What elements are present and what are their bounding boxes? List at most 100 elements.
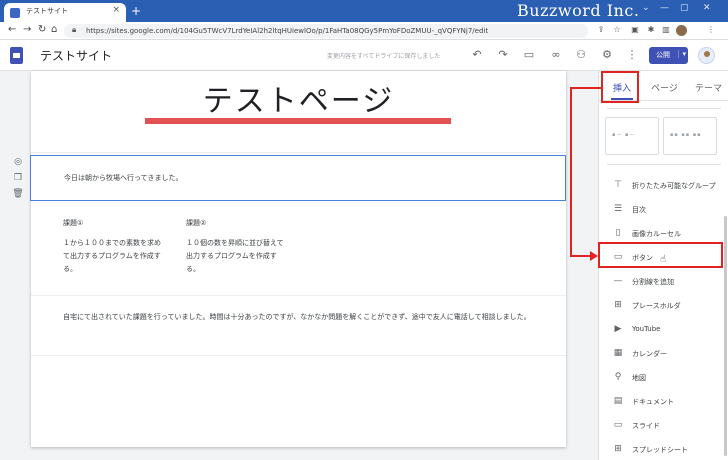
site-name[interactable]: テストサイト	[40, 47, 112, 64]
duplicate-section-icon[interactable]: ❐	[12, 173, 24, 186]
annotation-arrow	[570, 87, 572, 257]
insert-item-label: 目次	[632, 206, 646, 214]
insert-item[interactable]: ☰ 目次	[599, 198, 725, 222]
browser-tab[interactable]: テストサイト ×	[4, 3, 126, 22]
settings-gear-icon[interactable]: ⚙	[600, 48, 614, 62]
reload-icon[interactable]: ↻	[38, 24, 46, 35]
tab-pages[interactable]: ページ	[651, 81, 678, 94]
docs-icon: ▤	[613, 396, 623, 406]
task1-heading[interactable]: 課題①	[63, 217, 83, 230]
insert-item[interactable]: ▭ スライド	[599, 414, 725, 438]
selected-section[interactable]: 今日は朝から牧場へ行ってきました。	[30, 155, 566, 201]
slides-icon: ▭	[613, 420, 623, 430]
panel-scrollbar[interactable]	[724, 216, 727, 456]
calendar-icon: ▦	[613, 348, 623, 358]
close-tab-icon[interactable]: ×	[112, 5, 120, 15]
insert-item[interactable]: — 分割線を追加	[599, 270, 725, 294]
insert-item[interactable]: ⊞ スプレッドシート	[599, 438, 725, 460]
task2-body[interactable]: １０個の数を昇順に並び替えて出力するプログラムを作成する。	[186, 237, 286, 276]
panel-divider	[607, 108, 721, 109]
profile-avatar[interactable]	[676, 25, 687, 36]
back-icon[interactable]: ←	[8, 24, 16, 35]
annotation-arrow	[570, 255, 592, 257]
share-icon[interactable]: ⇪	[596, 25, 606, 35]
save-status: 変更内容をすべてドライブに保存しました	[327, 53, 441, 60]
insert-item-label: ドキュメント	[632, 398, 674, 406]
tab-search-icon[interactable]: ⌄	[642, 3, 650, 13]
insert-item-label: スライド	[632, 422, 660, 430]
page-title[interactable]: テストページ	[31, 76, 566, 120]
annotation-highlight-insert-tab	[601, 71, 639, 103]
paragraph-2[interactable]: 自宅にて出されていた課題を行っていました。時間は十分あったのですが、なかなか問題…	[63, 311, 533, 324]
panel-divider	[607, 164, 721, 165]
insert-item-label: YouTube	[632, 325, 661, 333]
image-carousel-icon: ▯	[615, 228, 621, 238]
new-tab-button[interactable]: +	[131, 4, 141, 18]
more-options-icon[interactable]: ⋮	[625, 48, 639, 62]
preview-icon[interactable]: ▭	[522, 48, 536, 62]
sheets-icon: ⊞	[614, 444, 622, 454]
insert-item-label: カレンダー	[632, 350, 667, 358]
publish-button[interactable]: 公開 ▾	[649, 47, 688, 64]
sites-logo-icon[interactable]	[10, 47, 23, 64]
section-tools: ◎ ❐ 🗑︎	[12, 157, 24, 205]
browser-tab-bar: テストサイト × + Buzzword Inc. ⌄ — ▢ ✕	[0, 0, 728, 22]
insert-item[interactable]: ⊞ プレースホルダ	[599, 294, 725, 318]
mouse-hand-cursor-icon: ☝	[660, 254, 667, 265]
sites-toolbar: テストサイト 変更内容をすべてドライブに保存しました ↶ ↷ ▭ ∞ ⚇ ⚙ ⋮…	[0, 40, 728, 71]
insert-item[interactable]: ⊤ 折りたたみ可能なグループ	[599, 174, 725, 198]
insert-item-label: スプレッドシート	[632, 446, 688, 454]
paragraph-1[interactable]: 今日は朝から牧場へ行ってきました。	[64, 172, 182, 185]
share-with-others-icon[interactable]: ⚇	[574, 48, 588, 62]
layout-thumbnail[interactable]: ▪— ▪—	[605, 117, 659, 155]
insert-item[interactable]: ▦ カレンダー	[599, 342, 725, 366]
insert-item[interactable]: ▤ ドキュメント	[599, 390, 725, 414]
section-divider	[31, 295, 566, 296]
lock-icon: 🔒︎	[72, 25, 77, 34]
map-pin-icon: ⚲	[614, 372, 622, 382]
link-icon[interactable]: ∞	[549, 48, 563, 62]
title-underline	[145, 118, 451, 124]
section-divider	[31, 355, 566, 356]
bookmark-star-icon[interactable]: ☆	[612, 25, 622, 35]
browser-menu-icon[interactable]: ⋮	[706, 25, 716, 35]
tab-themes[interactable]: テーマ	[695, 81, 722, 94]
insert-item-label: 地図	[632, 374, 646, 382]
user-avatar[interactable]	[698, 47, 715, 64]
sites-favicon-icon	[10, 8, 20, 18]
section-background-palette-icon[interactable]: ◎	[12, 157, 24, 170]
placeholder-icon: ⊞	[614, 300, 622, 310]
section-divider	[31, 152, 566, 153]
page-canvas: テストページ 課題① １から１００までの素数を求めて出力するプログラムを作成する…	[31, 71, 566, 447]
insert-item-label: プレースホルダ	[632, 302, 681, 310]
minimize-icon[interactable]: —	[660, 3, 669, 13]
browser-tab-title: テストサイト	[26, 7, 68, 15]
youtube-icon: ▶	[614, 324, 622, 334]
insert-item[interactable]: ⚲ 地図	[599, 366, 725, 390]
window-close-icon[interactable]: ✕	[703, 3, 711, 13]
extension-icon[interactable]: ▣	[630, 25, 640, 35]
maximize-icon[interactable]: ▢	[680, 3, 689, 13]
delete-section-icon[interactable]: 🗑︎	[12, 189, 24, 202]
layout-preview-icon: ▪▪ ▪▪ ▪▪	[670, 132, 702, 138]
side-panel-icon[interactable]: ▥	[661, 25, 671, 35]
divider-icon: —	[613, 276, 623, 286]
layout-thumbnail[interactable]: ▪▪ ▪▪ ▪▪	[663, 117, 717, 155]
task2-heading[interactable]: 課題②	[186, 217, 206, 230]
url-field[interactable]: 🔒︎ https://sites.google.com/d/104Gu5TWcV…	[64, 24, 588, 38]
puzzle-extensions-icon[interactable]: ✱	[646, 25, 656, 35]
forward-icon[interactable]: →	[23, 24, 31, 35]
task1-body[interactable]: １から１００までの素数を求めて出力するプログラムを作成する。	[63, 237, 163, 276]
table-of-contents-icon: ☰	[613, 204, 623, 214]
undo-icon[interactable]: ↶	[470, 48, 484, 62]
insert-item-label: 折りたたみ可能なグループ	[632, 182, 716, 190]
insert-item-label: 画像カルーセル	[632, 230, 681, 238]
insert-item-label: 分割線を追加	[632, 278, 674, 286]
redo-icon[interactable]: ↷	[496, 48, 510, 62]
annotation-arrow	[570, 87, 601, 89]
annotation-arrowhead	[590, 251, 598, 261]
insert-item[interactable]: ▶ YouTube	[599, 318, 725, 342]
publish-dropdown-icon[interactable]: ▾	[678, 50, 686, 58]
home-icon[interactable]: ⌂	[51, 24, 57, 35]
screen: テストサイト × + Buzzword Inc. ⌄ — ▢ ✕ ← → ↻ ⌂…	[0, 0, 728, 460]
